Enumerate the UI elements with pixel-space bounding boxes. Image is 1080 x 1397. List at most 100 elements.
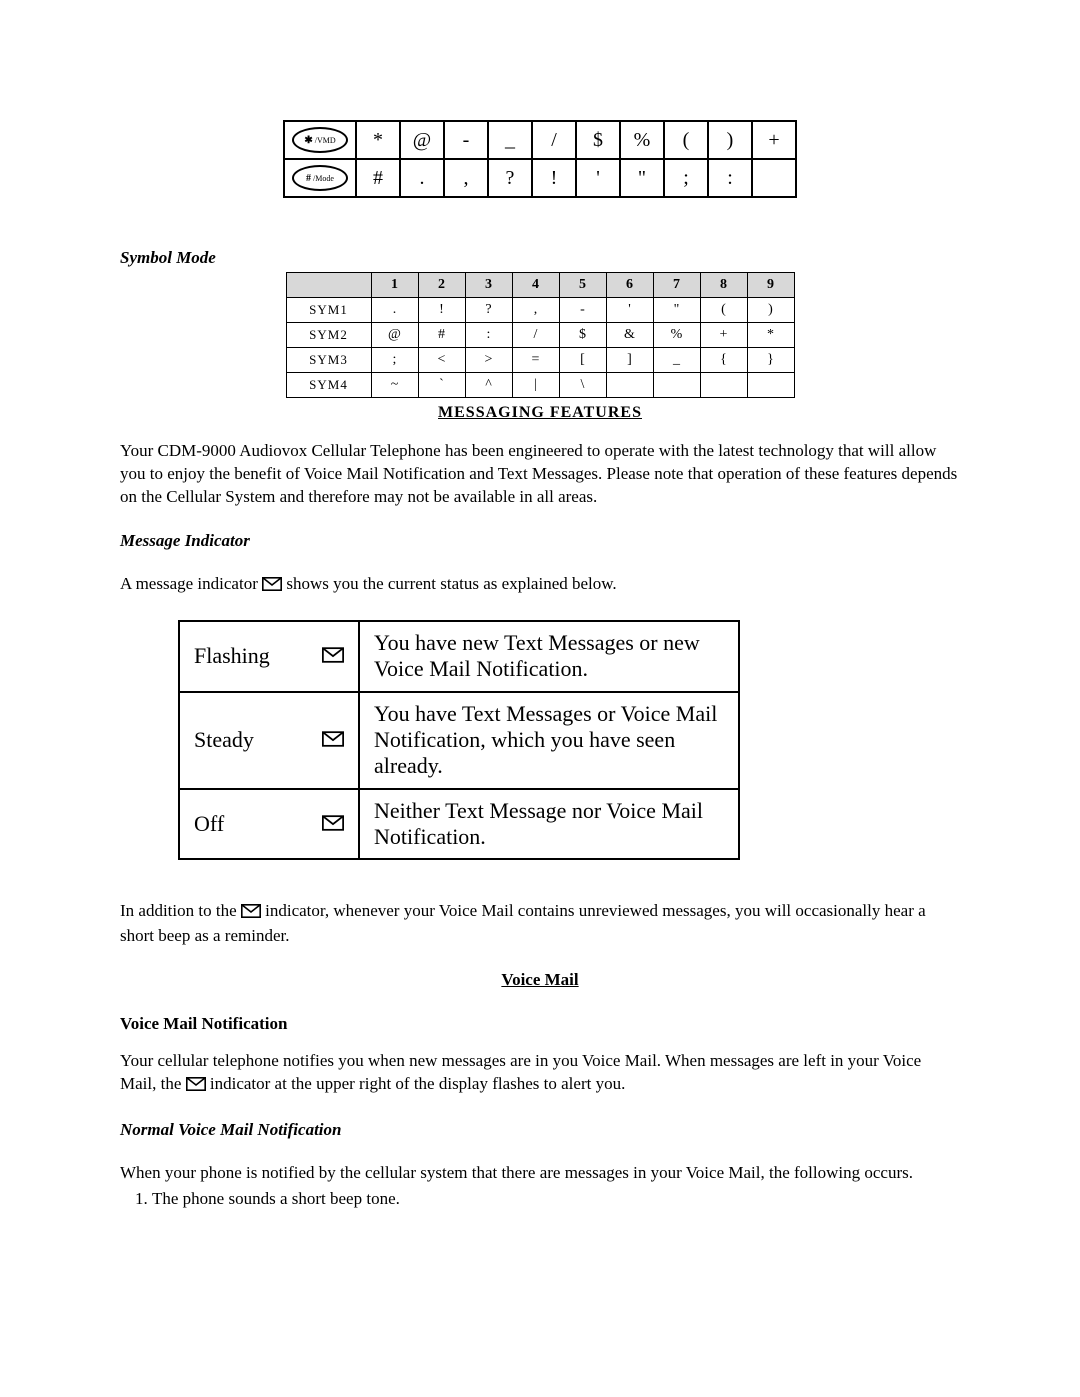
indicator-state: Flashing — [179, 621, 359, 692]
key-char: : — [708, 159, 752, 197]
key-char: $ — [576, 121, 620, 159]
cell: ^ — [465, 373, 512, 398]
hash-key-cap: #/Mode — [284, 159, 356, 197]
indicator-state: Steady — [179, 692, 359, 789]
table-row: SYM2 @ # : / $ & % + * — [286, 323, 794, 348]
normal-vm-notification-heading: Normal Voice Mail Notification — [120, 1120, 960, 1140]
col-header — [286, 273, 371, 298]
table-row: 1 2 3 4 5 6 7 8 9 — [286, 273, 794, 298]
key-char: ( — [664, 121, 708, 159]
key-char: / — [532, 121, 576, 159]
envelope-icon — [186, 1075, 206, 1098]
text: shows you the current status as explaine… — [286, 574, 616, 593]
cell — [653, 373, 700, 398]
indicator-table: Flashing You have new Text Messages or n… — [178, 620, 740, 861]
table-row: Flashing You have new Text Messages or n… — [179, 621, 739, 692]
key-char: # — [356, 159, 400, 197]
key-char: _ — [488, 121, 532, 159]
key-char: ! — [532, 159, 576, 197]
key-char: ' — [576, 159, 620, 197]
col-header: 6 — [606, 273, 653, 298]
cell: ' — [606, 298, 653, 323]
symbol-mode-heading: Symbol Mode — [120, 248, 960, 268]
cell: } — [747, 348, 794, 373]
envelope-icon — [322, 811, 344, 837]
col-header: 1 — [371, 273, 418, 298]
cell: ! — [418, 298, 465, 323]
cell: | — [512, 373, 559, 398]
col-header: 3 — [465, 273, 512, 298]
state-label: Flashing — [194, 643, 270, 669]
messaging-features-heading: MESSAGING FEATURES — [120, 404, 960, 422]
envelope-icon — [322, 727, 344, 753]
indicator-after-paragraph: In addition to the indicator, whenever y… — [120, 900, 960, 948]
key-char: @ — [400, 121, 444, 159]
cell: < — [418, 348, 465, 373]
table-row: SYM1 . ! ? , - ' " ( ) — [286, 298, 794, 323]
indicator-state: Off — [179, 789, 359, 860]
cell: $ — [559, 323, 606, 348]
table-row: Off Neither Text Message nor Voice Mail … — [179, 789, 739, 860]
cell: * — [747, 323, 794, 348]
vm-notification-paragraph: Your cellular telephone notifies you whe… — [120, 1050, 960, 1098]
cell: ? — [465, 298, 512, 323]
envelope-icon — [262, 575, 282, 598]
row-label: SYM1 — [286, 298, 371, 323]
row-label: SYM2 — [286, 323, 371, 348]
cell: % — [653, 323, 700, 348]
cell: ] — [606, 348, 653, 373]
cell: / — [512, 323, 559, 348]
text: indicator at the upper right of the disp… — [210, 1074, 625, 1093]
key-char: * — [356, 121, 400, 159]
key-char: . — [400, 159, 444, 197]
key-char: ; — [664, 159, 708, 197]
cell — [747, 373, 794, 398]
row-label: SYM4 — [286, 373, 371, 398]
normal-vm-steps: The phone sounds a short beep tone. — [120, 1189, 960, 1209]
voice-mail-notification-heading: Voice Mail Notification — [120, 1014, 960, 1034]
cell — [700, 373, 747, 398]
indicator-desc: Neither Text Message nor Voice Mail Noti… — [359, 789, 739, 860]
row-label: SYM3 — [286, 348, 371, 373]
table-row: SYM4 ~ ` ^ | \ — [286, 373, 794, 398]
cell: ( — [700, 298, 747, 323]
indicator-desc: You have Text Messages or Voice Mail Not… — [359, 692, 739, 789]
cell: : — [465, 323, 512, 348]
key-char: - — [444, 121, 488, 159]
text: A message indicator — [120, 574, 258, 593]
key-rows-table: ✱/VMD * @ - _ / $ % ( ) + #/Mode # . , ?… — [283, 120, 797, 198]
cell: " — [653, 298, 700, 323]
col-header: 5 — [559, 273, 606, 298]
symbol-mode-table: 1 2 3 4 5 6 7 8 9 SYM1 . ! ? , - ' " ( )… — [286, 272, 795, 398]
key-char: + — [752, 121, 796, 159]
envelope-icon — [322, 643, 344, 669]
table-row: SYM3 ; < > = [ ] _ { } — [286, 348, 794, 373]
cell — [606, 373, 653, 398]
cell: ` — [418, 373, 465, 398]
cell: + — [700, 323, 747, 348]
cell: [ — [559, 348, 606, 373]
text: In addition to the — [120, 901, 237, 920]
voice-mail-heading: Voice Mail — [120, 970, 960, 990]
key-char: ) — [708, 121, 752, 159]
normal-vm-paragraph: When your phone is notified by the cellu… — [120, 1162, 960, 1185]
cell: \ — [559, 373, 606, 398]
col-header: 7 — [653, 273, 700, 298]
cell: { — [700, 348, 747, 373]
cell: , — [512, 298, 559, 323]
key-row: ✱/VMD * @ - _ / $ % ( ) + — [284, 121, 796, 159]
cell: - — [559, 298, 606, 323]
col-header: 8 — [700, 273, 747, 298]
col-header: 2 — [418, 273, 465, 298]
state-label: Steady — [194, 727, 254, 753]
key-char: % — [620, 121, 664, 159]
key-char — [752, 159, 796, 197]
cell: > — [465, 348, 512, 373]
col-header: 9 — [747, 273, 794, 298]
cell: # — [418, 323, 465, 348]
key-char: " — [620, 159, 664, 197]
envelope-icon — [241, 902, 261, 925]
key-char: , — [444, 159, 488, 197]
cell: ; — [371, 348, 418, 373]
col-header: 4 — [512, 273, 559, 298]
